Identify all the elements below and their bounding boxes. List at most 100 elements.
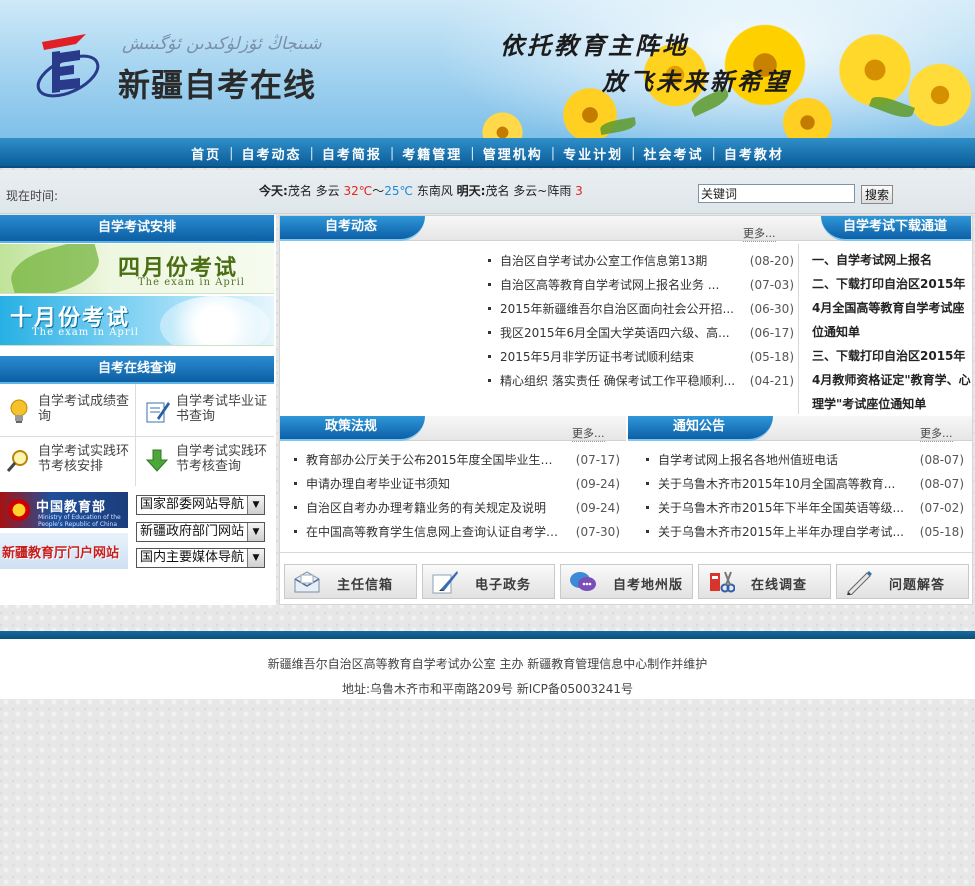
tab-news[interactable]: 自考动态 xyxy=(280,216,425,241)
site-title[interactable]: 新疆自考在线 xyxy=(118,60,316,106)
online-query-title: 自考在线查询 xyxy=(0,356,274,384)
quick-links-bar: 主任信箱 电子政务 自考地州版 在线调查 问题解答 xyxy=(280,556,974,604)
site-logo-icon[interactable] xyxy=(34,28,104,116)
chevron-down-icon[interactable]: ▼ xyxy=(247,549,264,567)
practice-query-link[interactable]: 自学考试实践环节考核查询 xyxy=(138,438,272,486)
list-item[interactable]: 教育部办公厅关于公布2015年度全国毕业生就... (07-17) xyxy=(294,448,620,472)
download-item[interactable]: 二、下载打印自治区2015年4月全国高等教育自学考试座位通知单 xyxy=(812,272,972,344)
leaf-decoration xyxy=(5,244,105,293)
notice-more-link[interactable]: 更多... xyxy=(920,425,953,442)
practice-arrangement-link[interactable]: 自学考试实践环节考核安排 xyxy=(0,438,134,486)
national-emblem-icon xyxy=(8,499,30,521)
nav-item-news[interactable]: 自考动态 xyxy=(233,144,309,163)
list-item[interactable]: 自治区自学考试办公室工作信息第13期 (08-20) xyxy=(488,249,794,273)
moe-logo-subtitle: Ministry of Education of the People's Re… xyxy=(38,514,121,528)
news-photo-area xyxy=(280,242,480,416)
news-title[interactable]: 自治区自学考试办公室工作信息第13期 xyxy=(500,249,740,273)
ministry-sites-select[interactable]: 国家部委网站导航 ▼ xyxy=(136,495,265,515)
list-item[interactable]: 关于乌鲁木齐市2015年下半年全国英语等级... (07-02) xyxy=(646,496,964,520)
pen-certificate-icon xyxy=(146,402,170,423)
news-title[interactable]: 自治区高等教育自学考试网上报名业务 ... xyxy=(500,273,740,297)
footer-sponsor: 新疆维吾尔自治区高等教育自学考试办公室 主办 新疆教育管理信息中心制作并维护 xyxy=(267,657,708,671)
list-item[interactable]: 在中国高等教育学生信息网上查询认证自考学历的... (07-30) xyxy=(294,520,620,544)
list-item[interactable]: 关于乌鲁木齐市2015年10月全国高等教育... (08-07) xyxy=(646,472,964,496)
today-weather: 茂名 多云 xyxy=(287,184,340,198)
director-mailbox-button[interactable]: 主任信箱 xyxy=(284,564,417,599)
notice-title[interactable]: 自学考试网上报名各地州值班电话 xyxy=(658,448,904,472)
list-item[interactable]: 精心组织 落实责任 确保考试工作平稳顺利... (04-21) xyxy=(488,369,794,393)
search-input[interactable] xyxy=(698,184,855,203)
bullet xyxy=(488,283,491,286)
footer-address: 地址:乌鲁木齐市和平南路209号 新ICP备05003241号 xyxy=(342,682,633,696)
chevron-down-icon[interactable]: ▼ xyxy=(247,496,264,514)
tomorrow-temp: 3 xyxy=(575,184,583,198)
list-item[interactable]: 2015年5月非学历证书考试顺利结束 (05-18) xyxy=(488,345,794,369)
e-government-button[interactable]: 电子政务 xyxy=(422,564,555,599)
list-item[interactable]: 我区2015年6月全国大学英语四六级、高... (06-17) xyxy=(488,321,794,345)
download-item[interactable]: 三、下载打印自治区2015年4月教师资格证定"教育学、心理学"考试座位通知单 xyxy=(812,344,972,416)
list-item[interactable]: 申请办理自考毕业证书须知 (09-24) xyxy=(294,472,620,496)
weather-ticker: 今天:茂名 多云 32℃～25℃ 东南风 明天:茂名 多云~阵雨 3 xyxy=(259,182,583,199)
bullet xyxy=(488,355,491,358)
grid-divider xyxy=(135,384,136,486)
search-button[interactable]: 搜索 xyxy=(861,185,893,204)
gov-sites-select[interactable]: 新疆政府部门网站 ▼ xyxy=(136,522,265,542)
notice-header: 通知公告 更多... xyxy=(628,416,972,442)
wind: 东南风 xyxy=(416,184,453,198)
nav-item-textbooks[interactable]: 自考教材 xyxy=(716,144,792,163)
tab-notice[interactable]: 通知公告 xyxy=(628,416,773,441)
chevron-down-icon[interactable]: ▼ xyxy=(247,523,264,541)
news-date: (07-03) xyxy=(749,278,794,292)
nav-item-records[interactable]: 考籍管理 xyxy=(394,144,470,163)
moe-link-logo[interactable]: 中国教育部 Ministry of Education of the Peopl… xyxy=(0,492,128,528)
main-content: 自考动态 更多... 自学考试下载通道 自治区自学考试办公室工作信息第13期 (0… xyxy=(279,215,973,605)
online-survey-button[interactable]: 在线调查 xyxy=(698,564,831,599)
april-exam-banner[interactable]: 四月份考试 The exam in April xyxy=(0,244,274,294)
news-title[interactable]: 精心组织 落实责任 确保考试工作平稳顺利... xyxy=(500,369,740,393)
list-item[interactable]: 2015年新疆维吾尔自治区面向社会公开招... (06-30) xyxy=(488,297,794,321)
nav-item-majors[interactable]: 专业计划 xyxy=(555,144,631,163)
xj-education-link-logo[interactable]: 新疆教育厅门户网站 xyxy=(0,533,128,569)
policy-title[interactable]: 在中国高等教育学生信息网上查询认证自考学历的... xyxy=(306,520,562,544)
online-survey-label: 在线调查 xyxy=(751,578,808,593)
october-exam-banner[interactable]: 十月份考试 The exam in April xyxy=(0,296,274,346)
chat-bubbles-icon xyxy=(570,572,596,591)
news-more-link[interactable]: 更多... xyxy=(743,225,776,242)
slogan-line-1: 依托教育主阵地 xyxy=(500,31,689,60)
list-item[interactable]: 自治区自考办办理考籍业务的有关规定及说明 (09-24) xyxy=(294,496,620,520)
notice-title[interactable]: 关于乌鲁木齐市2015年10月全国高等教育... xyxy=(658,472,904,496)
nav-item-agencies[interactable]: 管理机构 xyxy=(475,144,551,163)
lightbulb-icon xyxy=(10,399,28,423)
bullet xyxy=(294,458,297,461)
nav-item-home[interactable]: 首页 xyxy=(183,144,229,163)
list-item[interactable]: 关于乌鲁木齐市2015年上半年办理自学考试... (05-18) xyxy=(646,520,964,544)
news-title[interactable]: 2015年5月非学历证书考试顺利结束 xyxy=(500,345,740,369)
policy-header: 政策法规 更多... xyxy=(280,416,626,442)
policy-title[interactable]: 教育部办公厅关于公布2015年度全国毕业生就... xyxy=(306,448,562,472)
policy-title[interactable]: 自治区自考办办理考籍业务的有关规定及说明 xyxy=(306,496,562,520)
news-title[interactable]: 我区2015年6月全国大学英语四六级、高... xyxy=(500,321,740,345)
main-nav: 首页 | 自考动态 | 自考简报 | 考籍管理 | 管理机构 | 专业计划 | … xyxy=(0,138,975,168)
prefecture-edition-button[interactable]: 自考地州版 xyxy=(560,564,693,599)
media-sites-select[interactable]: 国内主要媒体导航 ▼ xyxy=(136,548,265,568)
score-query-link[interactable]: 自学考试成绩查询 xyxy=(0,388,134,436)
faq-button[interactable]: 问题解答 xyxy=(836,564,969,599)
moe-logo-text: 中国教育部 xyxy=(36,500,107,515)
policy-title[interactable]: 申请办理自考毕业证书须知 xyxy=(306,472,562,496)
notice-title[interactable]: 关于乌鲁木齐市2015年上半年办理自学考试... xyxy=(658,520,904,544)
list-item[interactable]: 自学考试网上报名各地州值班电话 (08-07) xyxy=(646,448,964,472)
news-date: (05-18) xyxy=(749,350,794,364)
notice-title[interactable]: 关于乌鲁木齐市2015年下半年全国英语等级... xyxy=(658,496,904,520)
list-item[interactable]: 自治区高等教育自学考试网上报名业务 ... (07-03) xyxy=(488,273,794,297)
certificate-query-link[interactable]: 自学考试毕业证书查询 xyxy=(138,388,272,436)
policy-date: (07-17) xyxy=(575,453,620,467)
nav-item-bulletin[interactable]: 自考简报 xyxy=(314,144,390,163)
news-title[interactable]: 2015年新疆维吾尔自治区面向社会公开招... xyxy=(500,297,740,321)
bullet xyxy=(646,530,649,533)
tab-policy[interactable]: 政策法规 xyxy=(280,416,425,441)
tab-downloads[interactable]: 自学考试下载通道 xyxy=(821,216,971,241)
practice-query-label: 自学考试实践环节考核查询 xyxy=(176,444,268,474)
nav-item-social-exams[interactable]: 社会考试 xyxy=(636,144,712,163)
policy-more-link[interactable]: 更多... xyxy=(572,425,605,442)
download-item[interactable]: 一、自学考试网上报名 xyxy=(812,248,972,272)
